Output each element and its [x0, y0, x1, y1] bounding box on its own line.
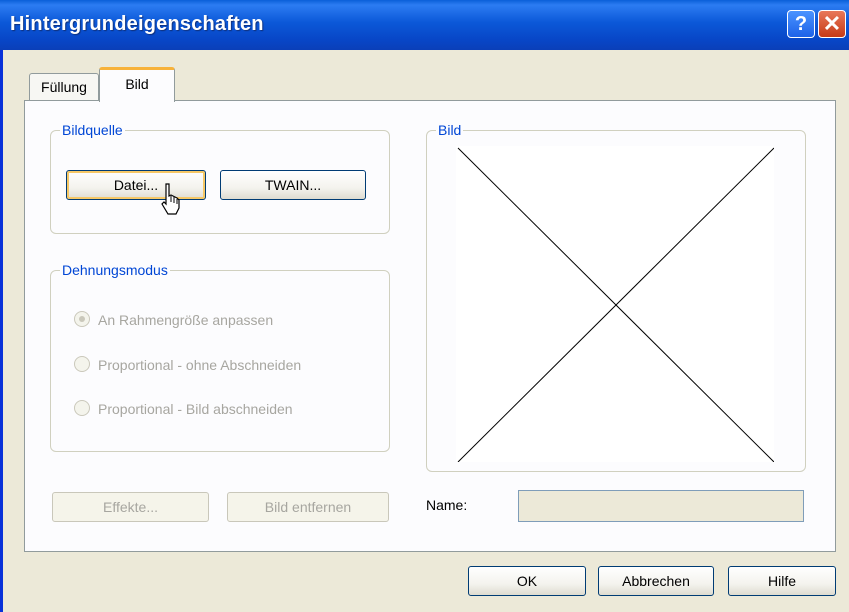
radio-label: Proportional - Bild abschneiden	[98, 401, 293, 417]
bild-entfernen-button[interactable]: Bild entfernen	[227, 492, 389, 522]
hand-cursor-icon	[161, 183, 180, 215]
radio-circle	[74, 400, 90, 416]
datei-button[interactable]: Datei...	[66, 170, 206, 200]
twain-button[interactable]: TWAIN...	[220, 170, 366, 200]
dehnungsmodus-label: Dehnungsmodus	[60, 261, 170, 279]
ok-button[interactable]: OK	[468, 566, 586, 596]
help-icon[interactable]: ?	[787, 10, 815, 38]
radio-label: An Rahmengröße anpassen	[98, 312, 274, 328]
effekte-button[interactable]: Effekte...	[52, 492, 209, 522]
tab-bild-label: Bild	[125, 76, 149, 92]
name-field[interactable]	[518, 490, 804, 522]
tab-fuellung[interactable]: Füllung	[29, 73, 99, 101]
radio-circle	[74, 356, 90, 372]
tab-bild[interactable]: Bild	[99, 67, 175, 102]
bild-group-label: Bild	[436, 121, 464, 139]
title-bar[interactable]: Hintergrundeigenschaften ? ✕	[0, 0, 849, 50]
close-icon[interactable]: ✕	[818, 10, 846, 38]
bildquelle-label: Bildquelle	[60, 121, 125, 139]
radio-label: Proportional - ohne Abschneiden	[98, 357, 302, 373]
abbrechen-button[interactable]: Abbrechen	[598, 566, 714, 596]
name-label: Name:	[426, 497, 468, 513]
radio-dot	[79, 316, 85, 322]
hilfe-button[interactable]: Hilfe	[728, 566, 836, 596]
empty-image-cross-icon	[457, 147, 775, 463]
image-preview	[456, 146, 775, 463]
window-border	[0, 50, 3, 612]
radio-circle-selected	[74, 311, 90, 327]
window-title: Hintergrundeigenschaften	[10, 13, 264, 35]
tab-fuellung-label: Füllung	[41, 79, 87, 95]
